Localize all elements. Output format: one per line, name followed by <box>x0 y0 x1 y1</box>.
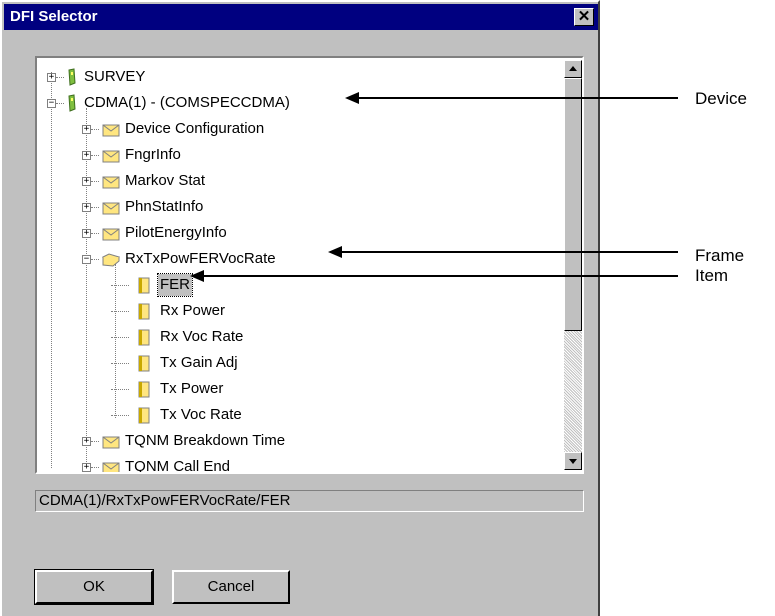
collapse-icon[interactable]: − <box>82 255 91 264</box>
folder-closed-icon <box>102 200 120 215</box>
folder-closed-icon <box>102 174 120 189</box>
window-title: DFI Selector <box>10 8 98 25</box>
tree-node[interactable]: Tx Voc Rate <box>37 404 557 428</box>
tree-node-label: Device Configuration <box>125 120 265 137</box>
tree-node[interactable]: Rx Voc Rate <box>37 326 557 350</box>
collapse-icon[interactable]: − <box>47 99 56 108</box>
tree-connector-line <box>91 467 99 468</box>
tree-node[interactable]: + SURVEY <box>37 66 557 90</box>
expand-icon[interactable]: + <box>47 73 56 82</box>
tree-connector-line <box>111 311 129 312</box>
tree-node[interactable]: Rx Power <box>37 300 557 324</box>
folder-closed-icon <box>102 148 120 163</box>
tree-node[interactable]: − CDMA(1) - (COMSPECCDMA) <box>37 92 557 116</box>
tree-node-label: Tx Power <box>160 380 224 397</box>
close-icon: ✕ <box>577 8 591 25</box>
tree-connector-line <box>91 155 99 156</box>
tree-node-label: Rx Power <box>160 302 226 319</box>
tree-connector-line <box>111 285 129 286</box>
tree-node[interactable]: + Device Configuration <box>37 118 557 142</box>
cancel-button[interactable]: Cancel <box>172 570 290 604</box>
tree-connector-line <box>111 415 129 416</box>
tree-node-label: FER <box>157 273 193 297</box>
tree-connector-line <box>91 207 99 208</box>
title-bar[interactable]: DFI Selector ✕ <box>4 4 598 30</box>
expand-icon[interactable]: + <box>82 203 91 212</box>
tree-node[interactable]: + FngrInfo <box>37 144 557 168</box>
scroll-down-icon <box>569 459 577 464</box>
tree-node-label: Tx Gain Adj <box>160 354 238 371</box>
expand-icon[interactable]: + <box>82 177 91 186</box>
tree-node-label: TQNM Breakdown Time <box>125 432 286 449</box>
scroll-down-button[interactable] <box>564 452 582 470</box>
tree-connector-line <box>91 259 99 260</box>
tree-connector-line <box>91 129 99 130</box>
tree-node-label: TQNM Call End <box>125 458 231 472</box>
device-arrow-line <box>355 97 678 99</box>
tree-node[interactable]: + PilotEnergyInfo <box>37 222 557 246</box>
tree-node-label: CDMA(1) - (COMSPECCDMA) <box>84 94 290 111</box>
tree-node[interactable]: Tx Power <box>37 378 557 402</box>
item-icon <box>137 406 151 424</box>
scroll-up-icon <box>569 66 577 71</box>
tree-content: + SURVEY − CDMA(1) - (COMSPECCDMA) + Device C… <box>37 58 561 472</box>
tree-node[interactable]: Tx Gain Adj <box>37 352 557 376</box>
tree-node[interactable]: + Markov Stat <box>37 170 557 194</box>
tree-connector-line <box>56 77 64 78</box>
tree-node[interactable]: + PhnStatInfo <box>37 196 557 220</box>
item-icon <box>137 302 151 320</box>
tree-connector-line <box>91 441 99 442</box>
tree-connector-line <box>56 103 64 104</box>
folder-closed-icon <box>102 460 120 472</box>
tree-node-label: FngrInfo <box>125 146 181 163</box>
item-icon <box>137 276 151 294</box>
tree-connector-line <box>91 233 99 234</box>
item-icon <box>137 354 151 372</box>
tree-node-label: Rx Voc Rate <box>160 328 244 345</box>
frame-annotation: Frame <box>695 246 745 265</box>
device-icon <box>67 68 77 86</box>
dfi-selector-dialog: DFI Selector ✕ + SURVEY − CDMA(1) - (COMSPE… <box>0 0 600 616</box>
close-button[interactable]: ✕ <box>574 8 594 26</box>
vertical-scrollbar[interactable] <box>564 60 582 470</box>
item-annotation: Item <box>695 266 729 285</box>
frame-arrow-line <box>338 251 678 253</box>
tree-connector-line <box>111 337 129 338</box>
tree-node-label: Tx Voc Rate <box>160 406 242 423</box>
dfi-tree-view[interactable]: + SURVEY − CDMA(1) - (COMSPECCDMA) + Device C… <box>35 56 584 474</box>
folder-closed-icon <box>102 226 120 241</box>
folder-closed-icon <box>102 122 120 137</box>
device-annotation: Device <box>695 89 747 108</box>
device-icon <box>67 94 77 112</box>
tree-node[interactable]: + TQNM Call End <box>37 456 557 472</box>
tree-connector-line <box>111 389 129 390</box>
tree-node-label: Markov Stat <box>125 172 206 189</box>
tree-node[interactable]: + TQNM Breakdown Time <box>37 430 557 454</box>
expand-icon[interactable]: + <box>82 151 91 160</box>
tree-connector-line <box>91 181 99 182</box>
tree-node-selected[interactable]: FER <box>37 273 557 298</box>
ok-button[interactable]: OK <box>34 569 154 605</box>
tree-node-label: RxTxPowFERVocRate <box>125 250 276 267</box>
tree-node-label: PhnStatInfo <box>125 198 204 215</box>
expand-icon[interactable]: + <box>82 463 91 472</box>
folder-closed-icon <box>102 434 120 449</box>
expand-icon[interactable]: + <box>82 229 91 238</box>
selected-path-field[interactable]: CDMA(1)/RxTxPowFERVocRate/FER <box>35 490 584 512</box>
item-arrow-line <box>200 275 678 277</box>
tree-node-label: PilotEnergyInfo <box>125 224 227 241</box>
tree-connector-line <box>111 363 129 364</box>
item-icon <box>137 380 151 398</box>
expand-icon[interactable]: + <box>82 125 91 134</box>
scroll-track[interactable] <box>564 331 582 452</box>
item-icon <box>137 328 151 346</box>
scroll-thumb[interactable] <box>564 78 582 331</box>
scroll-up-button[interactable] <box>564 60 582 78</box>
folder-open-icon <box>101 252 121 267</box>
tree-node-label: SURVEY <box>84 68 146 85</box>
expand-icon[interactable]: + <box>82 437 91 446</box>
